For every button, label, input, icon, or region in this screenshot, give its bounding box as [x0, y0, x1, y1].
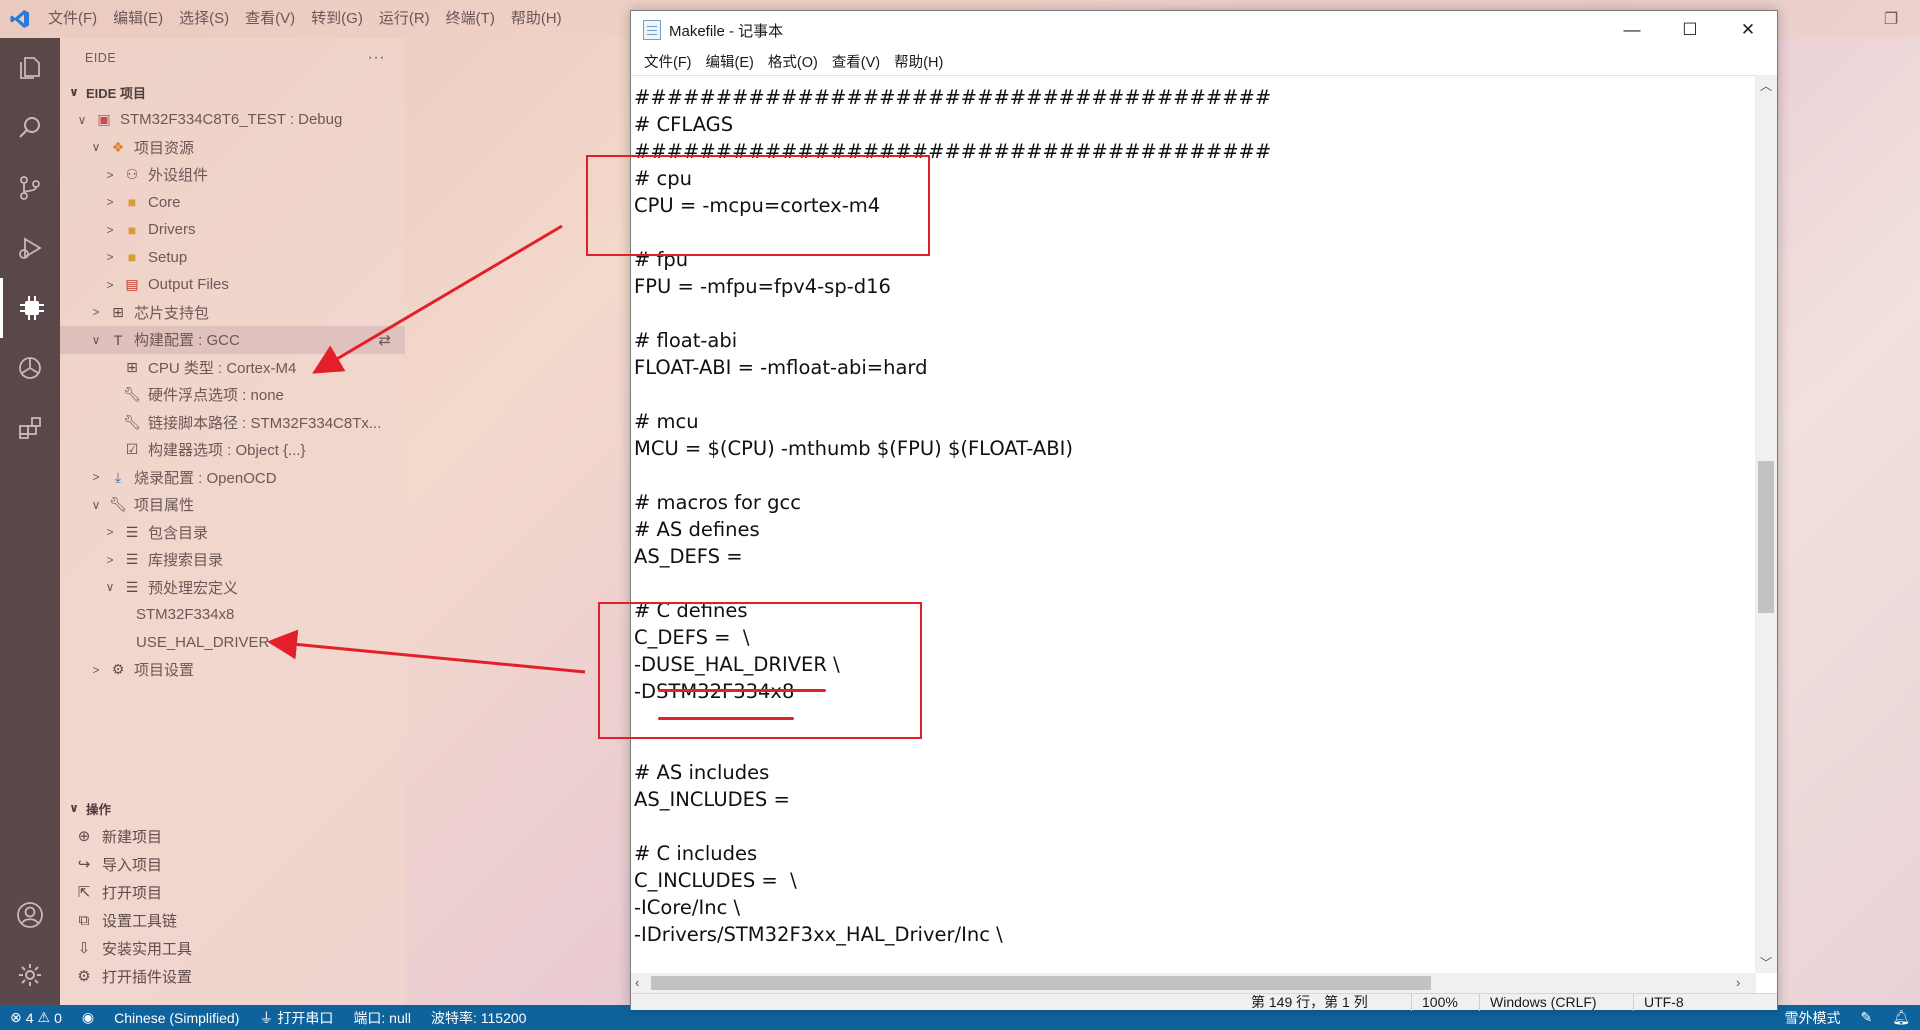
arrow-to-use-hal-driver: [267, 629, 586, 674]
annotation-arrows: [267, 224, 586, 674]
arrow-to-cpu-type: [312, 224, 563, 374]
